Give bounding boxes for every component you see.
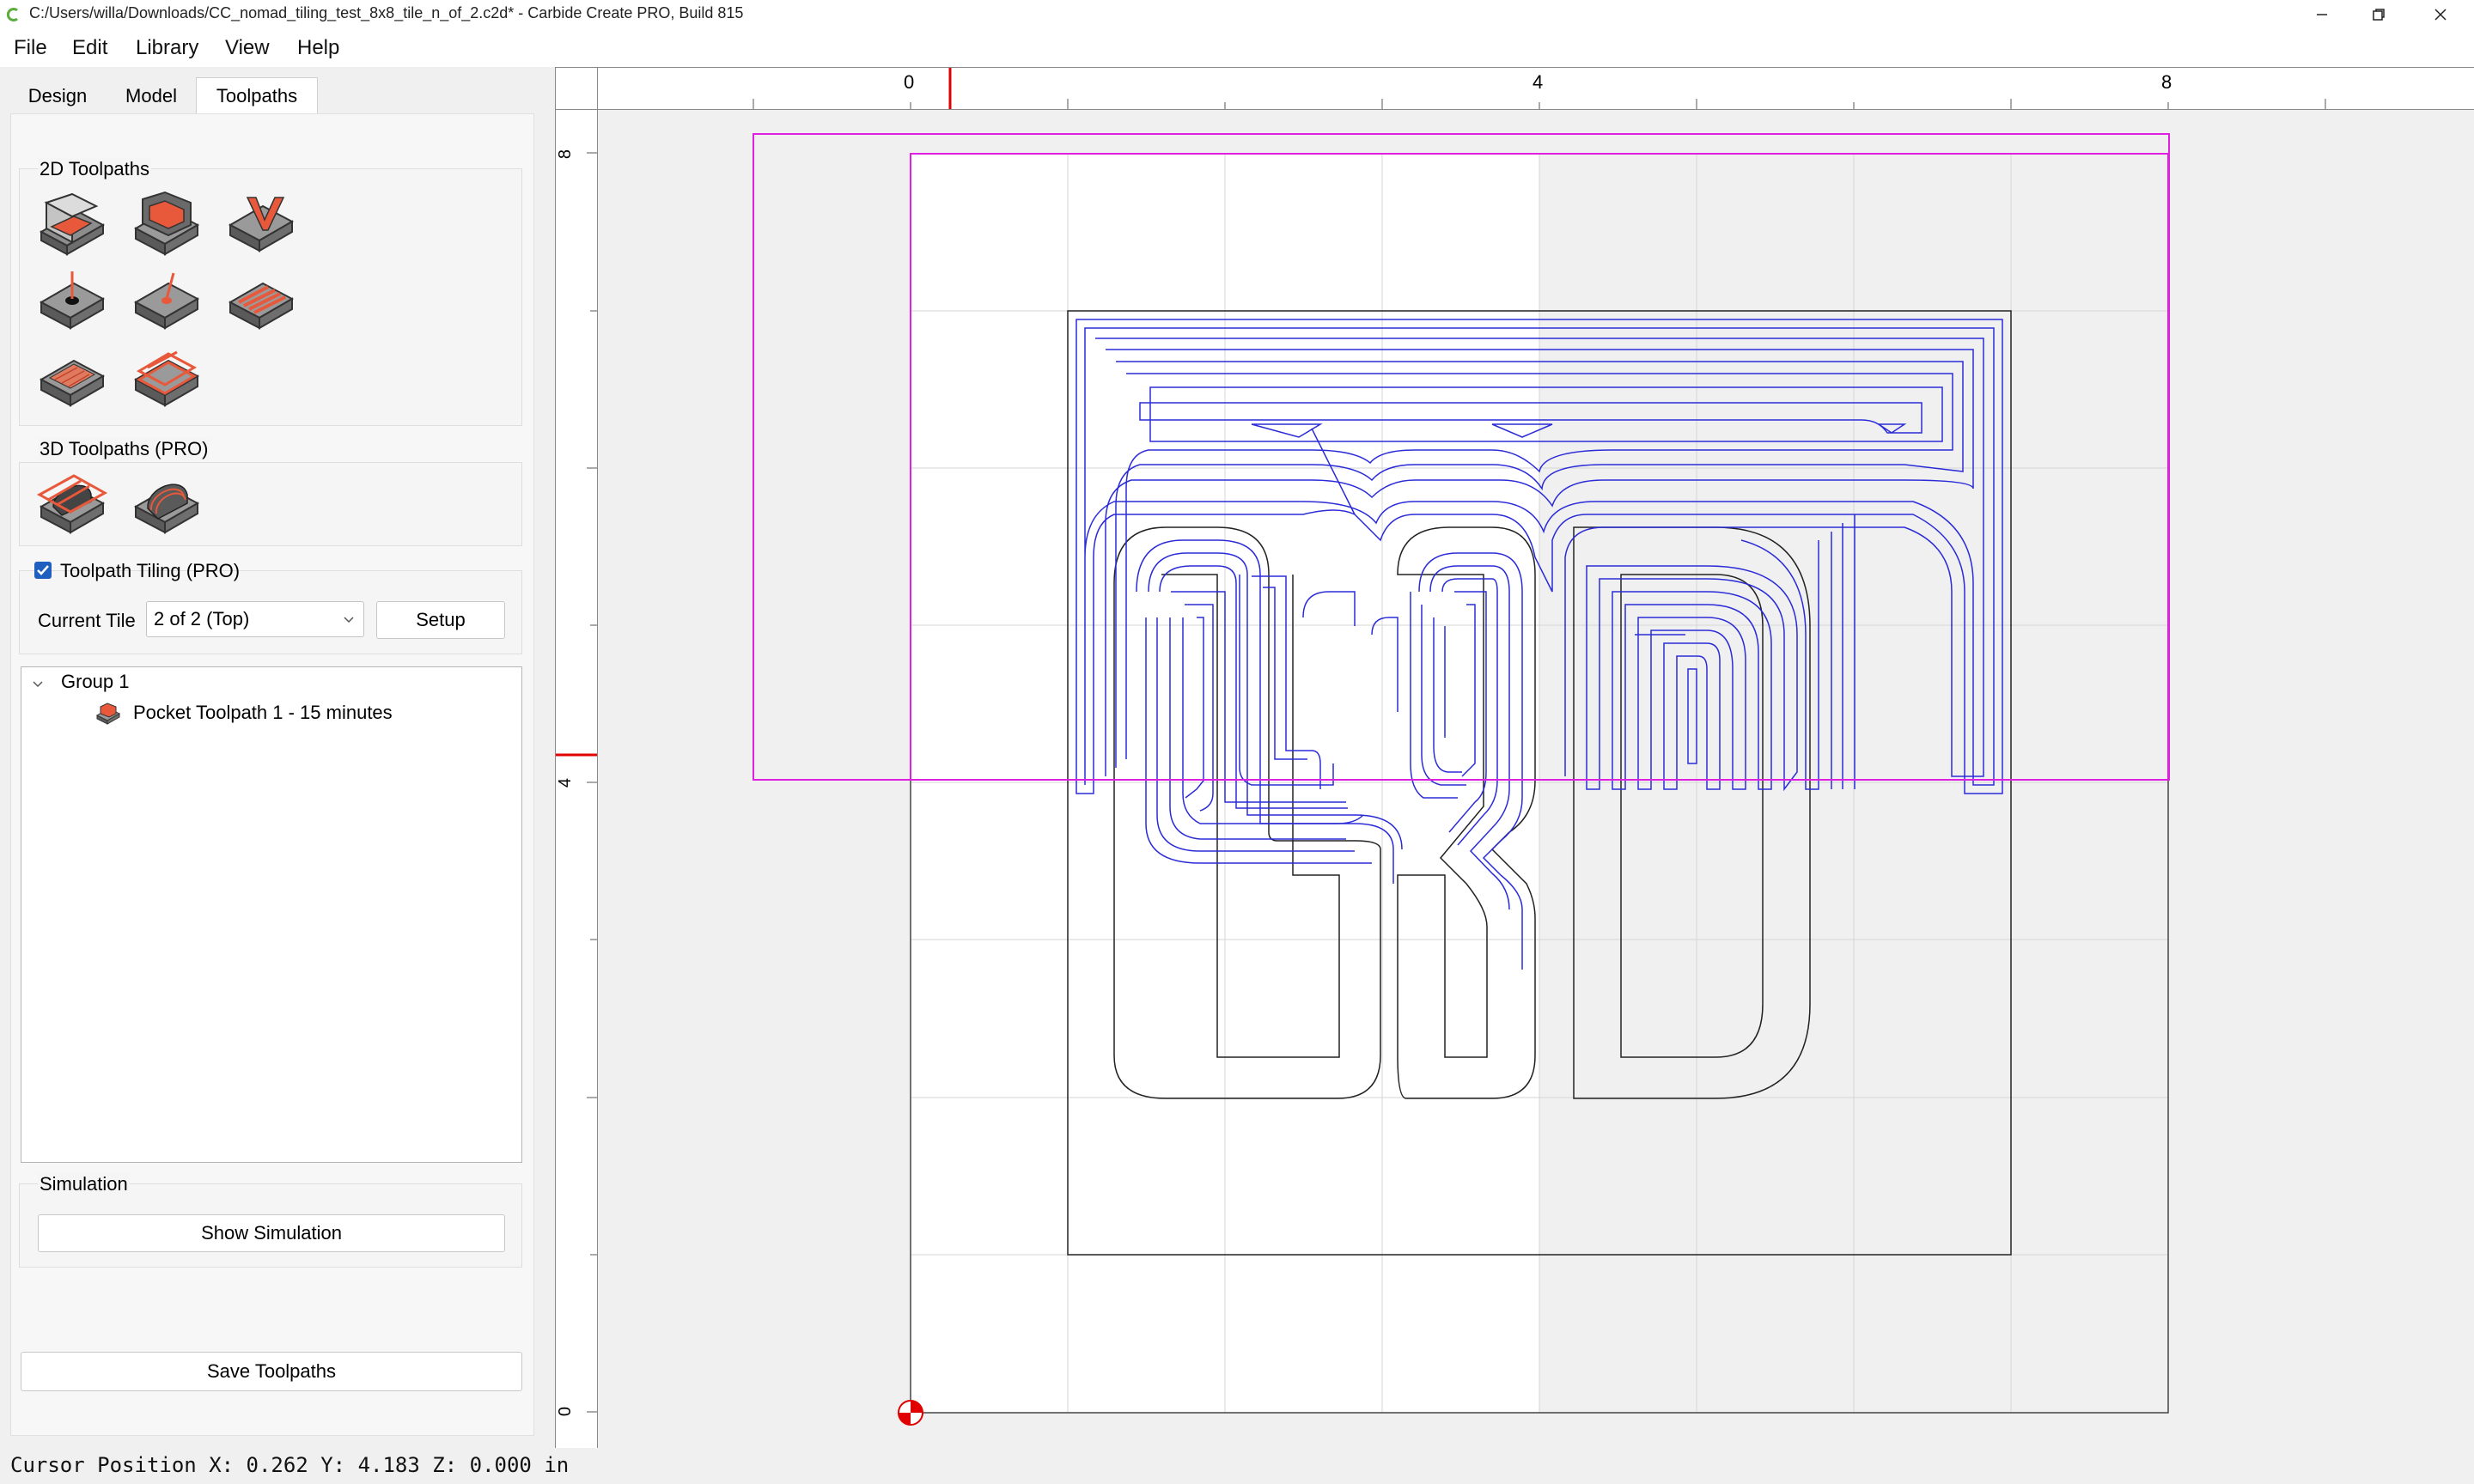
left-ruler-label-8: 8 [556,149,576,160]
rough-toolpath-button[interactable] [131,345,203,414]
toolpath-tiling-checkbox[interactable] [34,562,52,579]
drill-toolpath-icon [39,271,106,330]
left-ruler[interactable]: 8 4 0 [555,110,598,1448]
top-ruler-label-8: 8 [2161,71,2172,93]
app-logo-icon [6,8,18,21]
current-tile-label: Current Tile [38,610,136,631]
menu-view[interactable]: View [225,36,270,60]
menu-bar: File Edit Library View Help [0,29,2474,67]
toolpath-tiling-label: Toolpath Tiling (PRO) [60,560,241,581]
texture-toolpath-icon [228,282,295,330]
cursor-position-readout: Cursor Position X: 0.262 Y: 4.183 Z: 0.0… [10,1453,570,1477]
tab-toolpaths[interactable]: Toolpaths [196,77,318,113]
3d-toolpaths-heading: 3D Toolpaths (PRO) [38,438,210,460]
setup-button[interactable]: Setup [376,601,505,639]
top-ruler[interactable]: 0 4 8 [598,67,2474,110]
close-icon [2434,9,2447,21]
close-button[interactable] [2412,0,2469,29]
tab-model[interactable]: Model [107,79,196,113]
texture-toolpath-button[interactable] [225,268,297,337]
advanced-vcarve-button[interactable] [36,345,108,414]
chevron-down-icon [344,617,354,623]
chevron-down-icon[interactable] [32,679,44,690]
restore-icon [2373,9,2385,21]
3d-rough-icon [36,474,108,534]
3d-finish-button[interactable] [131,469,203,538]
tab-design[interactable]: Design [10,79,105,113]
current-tile-select[interactable]: 2 of 2 (Top) [146,601,364,637]
contour-toolpath-button[interactable] [36,191,108,259]
2d-toolpaths-heading: 2D Toolpaths [38,158,152,180]
menu-help[interactable]: Help [297,36,339,60]
menu-edit[interactable]: Edit [72,36,107,60]
tree-item-pocket-toolpath[interactable]: Pocket Toolpath 1 - 15 minutes [133,702,393,724]
tree-group-label[interactable]: Group 1 [61,671,130,693]
toolpath-tree[interactable]: Group 1 Pocket Toolpath 1 - 15 minutes [21,666,522,1163]
top-ruler-label-0: 0 [904,71,915,93]
3d-rough-button[interactable] [36,469,108,538]
pocket-toolpath-small-icon [95,702,121,725]
bore-toolpath-button[interactable] [131,268,203,337]
left-ruler-label-0: 0 [556,1406,576,1417]
origin-icon [898,1400,923,1426]
vcarve-toolpath-icon [228,197,295,252]
contour-toolpath-icon [39,192,106,256]
advanced-vcarve-icon [39,359,106,407]
current-tile-value: 2 of 2 (Top) [154,608,250,629]
pocket-toolpath-button[interactable] [131,191,203,259]
top-ruler-label-4: 4 [1533,71,1544,93]
status-bar: Cursor Position X: 0.262 Y: 4.183 Z: 0.0… [0,1450,2474,1484]
restore-button[interactable] [2350,0,2407,29]
save-toolpaths-button[interactable]: Save Toolpaths [21,1352,522,1391]
pocket-toolpath-icon [133,191,200,256]
checkmark-icon [37,565,49,575]
window-title: C:/Users/willa/Downloads/CC_nomad_tiling… [29,4,744,21]
minimize-icon [2317,14,2327,15]
menu-file[interactable]: File [14,36,47,60]
bore-toolpath-icon [133,272,200,330]
show-simulation-button[interactable]: Show Simulation [38,1214,505,1252]
rough-toolpath-icon [133,350,200,407]
design-canvas[interactable] [599,111,2474,1448]
title-bar: C:/Users/willa/Downloads/CC_nomad_tiling… [0,0,2474,29]
vcarve-toolpath-button[interactable] [225,191,297,259]
left-ruler-label-4: 4 [556,777,576,788]
menu-library[interactable]: Library [136,36,198,60]
simulation-heading: Simulation [38,1173,130,1195]
minimize-button[interactable] [2294,0,2350,29]
3d-finish-icon [133,484,200,534]
drill-toolpath-button[interactable] [36,268,108,337]
ruler-corner [555,67,598,110]
